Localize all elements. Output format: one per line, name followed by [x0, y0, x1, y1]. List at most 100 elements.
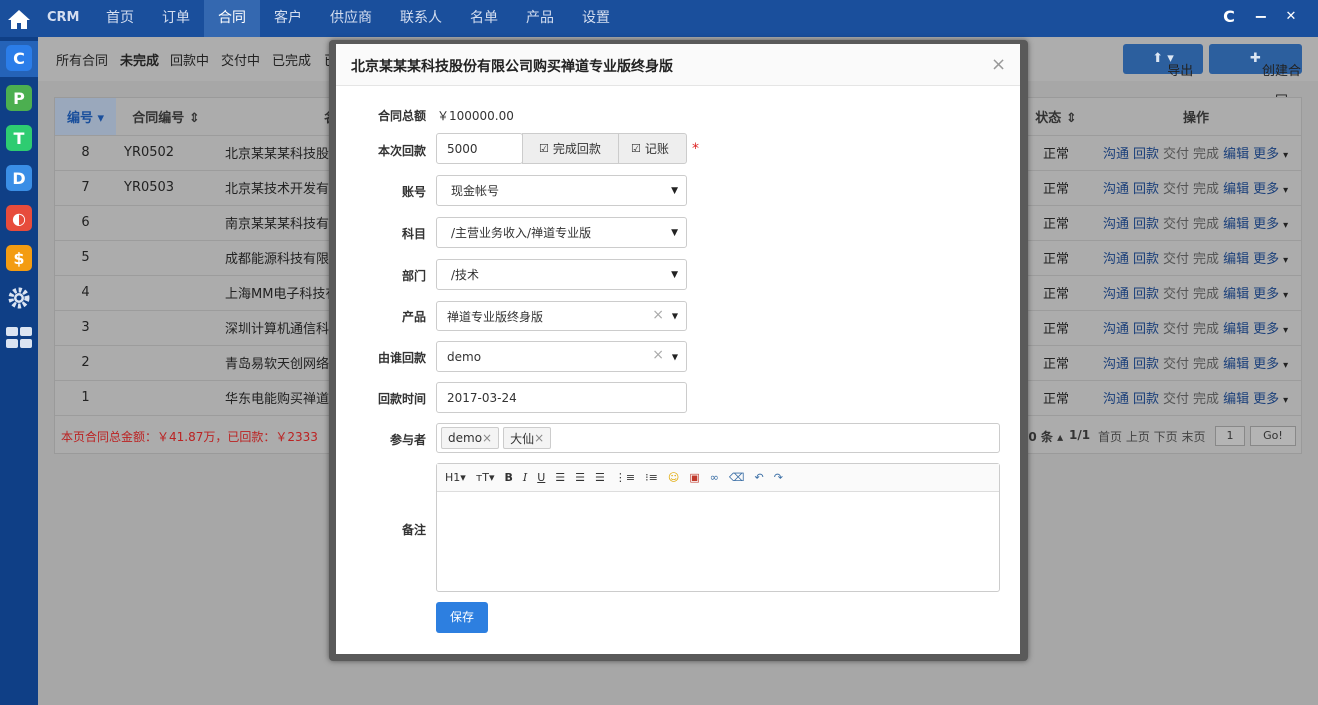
action-link[interactable]: 沟通	[1103, 392, 1129, 407]
nav-item-1[interactable]: 订单	[148, 0, 204, 37]
bold-button[interactable]: B	[504, 471, 512, 484]
underline-button[interactable]: U	[537, 471, 545, 484]
payment-amount-input[interactable]: 5000	[436, 133, 523, 164]
filter-tab-1[interactable]: 未完成	[120, 50, 159, 69]
action-link[interactable]: 回款	[1133, 252, 1159, 267]
action-link[interactable]: 更多	[1253, 147, 1279, 162]
filter-tab-2[interactable]: 回款中	[170, 50, 209, 69]
action-link[interactable]: 回款	[1133, 217, 1159, 232]
app-t-icon[interactable]: T	[6, 125, 32, 151]
app-c-icon[interactable]: C	[6, 45, 32, 71]
close-icon[interactable]: ✕	[1283, 8, 1299, 26]
home-icon[interactable]	[0, 0, 38, 37]
action-link[interactable]: 交付	[1163, 357, 1189, 372]
grid-icon[interactable]	[6, 325, 32, 351]
action-link[interactable]: 交付	[1163, 182, 1189, 197]
action-link[interactable]: 更多	[1253, 287, 1279, 302]
participant-tag[interactable]: demo ×	[441, 427, 500, 449]
action-link[interactable]: 编辑	[1223, 357, 1249, 372]
action-link[interactable]: 回款	[1133, 357, 1159, 372]
action-link[interactable]: 更多	[1253, 252, 1279, 267]
create-contract-button[interactable]: ✚ 创建合同	[1209, 44, 1302, 109]
header-status[interactable]: 状态 ⇕	[1021, 98, 1091, 136]
link-icon[interactable]: ∞	[710, 471, 719, 484]
app-d-icon[interactable]: D	[6, 165, 32, 191]
action-link[interactable]: 沟通	[1103, 182, 1129, 197]
minimize-icon[interactable]: −	[1253, 8, 1269, 26]
clear-icon[interactable]: ×	[652, 307, 664, 323]
nav-item-8[interactable]: 设置	[568, 0, 624, 37]
action-link[interactable]: 完成	[1193, 287, 1219, 302]
bookkeep-checkbox[interactable]: ☑ 记账	[618, 133, 687, 164]
action-link[interactable]: 回款	[1133, 392, 1159, 407]
align-left-icon[interactable]: ☰	[555, 471, 565, 484]
app-p-icon[interactable]: P	[6, 85, 32, 111]
action-link[interactable]: 沟通	[1103, 322, 1129, 337]
participant-tag[interactable]: 大仙 ×	[503, 427, 552, 449]
modal-close-icon[interactable]: ×	[991, 54, 1006, 75]
emoji-icon[interactable]: ☺	[668, 471, 679, 484]
nav-item-0[interactable]: 首页	[92, 0, 148, 37]
action-link[interactable]: 沟通	[1103, 287, 1129, 302]
action-link[interactable]: 回款	[1133, 322, 1159, 337]
go-button[interactable]: Go!	[1250, 426, 1296, 446]
action-link[interactable]: 完成	[1193, 217, 1219, 232]
refresh-icon[interactable]: C	[1221, 8, 1237, 26]
clear-icon[interactable]: ×	[652, 347, 664, 363]
nav-item-6[interactable]: 名单	[456, 0, 512, 37]
action-link[interactable]: 交付	[1163, 322, 1189, 337]
image-icon[interactable]: ▣	[689, 471, 699, 484]
payment-date-input[interactable]: 2017-03-24	[436, 382, 687, 413]
export-button[interactable]: ⬆ 导出 ▾	[1123, 44, 1203, 79]
undo-icon[interactable]: ↶	[754, 471, 763, 484]
redo-icon[interactable]: ↷	[774, 471, 783, 484]
action-link[interactable]: 更多	[1253, 392, 1279, 407]
note-editor[interactable]: H1▾ тT▾ B I U ☰ ☰ ☰ ⋮≡ ⁝≡ ☺ ▣ ∞ ⌫ ↶ ↷	[436, 463, 1000, 592]
filter-tab-0[interactable]: 所有合同	[56, 50, 108, 69]
action-link[interactable]: 完成	[1193, 182, 1219, 197]
action-link[interactable]: 更多	[1253, 182, 1279, 197]
action-link[interactable]: 更多	[1253, 322, 1279, 337]
filter-tab-3[interactable]: 交付中	[221, 50, 260, 69]
remove-tag-icon[interactable]: ×	[534, 431, 544, 445]
nav-item-5[interactable]: 联系人	[386, 0, 456, 37]
align-right-icon[interactable]: ☰	[595, 471, 605, 484]
action-link[interactable]: 编辑	[1223, 217, 1249, 232]
product-select[interactable]: 禅道专业版终身版 × ▼	[436, 301, 687, 331]
participants-input[interactable]: demo × 大仙 ×	[436, 423, 1000, 453]
complete-payment-checkbox[interactable]: ☑ 完成回款	[522, 133, 619, 164]
action-link[interactable]: 完成	[1193, 392, 1219, 407]
eraser-icon[interactable]: ⌫	[729, 471, 745, 484]
filter-tab-4[interactable]: 已完成	[272, 50, 311, 69]
pager-links[interactable]: 首页 上页 下页 末页	[1098, 428, 1205, 445]
action-link[interactable]: 完成	[1193, 322, 1219, 337]
app-o-icon[interactable]: ◐	[6, 205, 32, 231]
account-select[interactable]: 现金帐号 ▼	[436, 175, 687, 206]
action-link[interactable]: 回款	[1133, 287, 1159, 302]
action-link[interactable]: 更多	[1253, 217, 1279, 232]
remove-tag-icon[interactable]: ×	[482, 431, 492, 445]
action-link[interactable]: 编辑	[1223, 182, 1249, 197]
unordered-list-icon[interactable]: ⁝≡	[645, 471, 658, 484]
action-link[interactable]: 完成	[1193, 252, 1219, 267]
dept-select[interactable]: /技术 ▼	[436, 259, 687, 290]
nav-item-2[interactable]: 合同	[204, 0, 260, 37]
action-link[interactable]: 沟通	[1103, 252, 1129, 267]
action-link[interactable]: 编辑	[1223, 392, 1249, 407]
italic-button[interactable]: I	[523, 471, 527, 484]
action-link[interactable]: 完成	[1193, 357, 1219, 372]
header-id[interactable]: 编号 ▾	[55, 98, 116, 136]
nav-item-3[interactable]: 客户	[260, 0, 316, 37]
action-link[interactable]: 沟通	[1103, 217, 1129, 232]
action-link[interactable]: 交付	[1163, 147, 1189, 162]
action-link[interactable]: 更多	[1253, 357, 1279, 372]
action-link[interactable]: 交付	[1163, 252, 1189, 267]
action-link[interactable]: 交付	[1163, 392, 1189, 407]
nav-item-7[interactable]: 产品	[512, 0, 568, 37]
action-link[interactable]: 编辑	[1223, 322, 1249, 337]
action-link[interactable]: 交付	[1163, 217, 1189, 232]
align-center-icon[interactable]: ☰	[575, 471, 585, 484]
nav-item-4[interactable]: 供应商	[316, 0, 386, 37]
action-link[interactable]: 沟通	[1103, 357, 1129, 372]
font-size-button[interactable]: тT▾	[476, 471, 495, 484]
